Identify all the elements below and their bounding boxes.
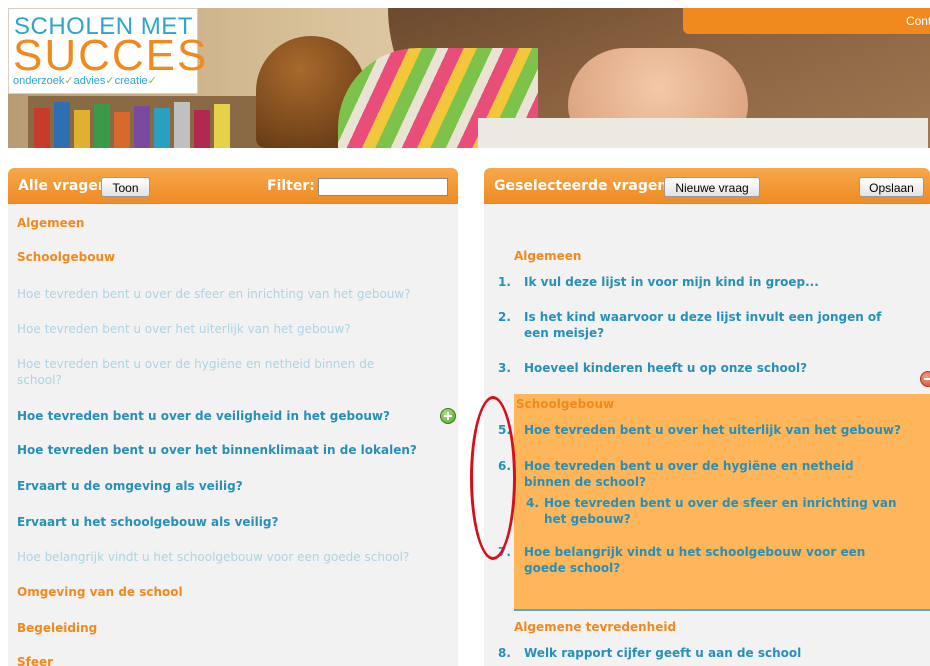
add-question-icon[interactable]	[440, 408, 456, 424]
annotation-ellipse	[470, 396, 516, 560]
selected-question[interactable]: Hoeveel kinderen heeft u op onze school?	[524, 360, 894, 376]
selected-question[interactable]: Hoe tevreden bent u over het uiterlijk v…	[524, 422, 904, 438]
category-header[interactable]: Sfeer	[17, 654, 427, 666]
question-item[interactable]: Hoe tevreden bent u over het binnenklima…	[17, 442, 427, 458]
panel-title: Geselecteerde vragen	[494, 178, 668, 194]
selected-question[interactable]: Is het kind waarvoor u deze lijst invult…	[524, 309, 894, 341]
logo-tag-2: advies	[73, 75, 106, 87]
category-header[interactable]: Omgeving van de school	[17, 584, 427, 600]
selected-question[interactable]: Ik vul deze lijst in voor mijn kind in g…	[524, 274, 894, 290]
question-number: 2.	[498, 310, 511, 324]
new-question-button[interactable]: Nieuwe vraag	[664, 177, 760, 197]
top-nav-bar: Conta	[683, 8, 930, 34]
contact-link[interactable]: Conta	[906, 14, 930, 28]
logo-tag-3: creatie	[114, 75, 148, 87]
selected-question[interactable]: Hoe tevreden bent u over de hygiëne en n…	[524, 458, 904, 490]
category-header[interactable]: Schoolgebouw	[17, 249, 427, 265]
panel-title: Alle vragen	[18, 178, 108, 194]
logo-tagline: onderzoek✓advies✓creatie✓	[13, 74, 157, 87]
question-item[interactable]: Ervaart u de omgeving als veilig?	[17, 478, 427, 494]
question-item[interactable]: Ervaart u het schoolgebouw als veilig?	[17, 514, 427, 530]
check-icon: ✓	[147, 75, 157, 87]
save-button[interactable]: Opslaan	[859, 177, 924, 197]
question-item-used: Hoe tevreden bent u over de hygiëne en n…	[17, 357, 375, 387]
selected-category: Schoolgebouw	[516, 397, 615, 411]
question-item-used: Hoe belangrijk vindt u het schoolgebouw …	[17, 550, 410, 564]
logo[interactable]: SCHOLEN MET SUCCES onderzoek✓advies✓crea…	[8, 8, 206, 94]
question-number: 1.	[498, 275, 511, 289]
dragged-question[interactable]: Hoe tevreden bent u over de sfeer en inr…	[544, 495, 904, 527]
category-header[interactable]: Begeleiding	[17, 620, 427, 636]
selected-question[interactable]: Welk rapport cijfer geeft u aan de schoo…	[524, 645, 904, 661]
question-number: 3.	[498, 361, 511, 375]
check-icon: ✓	[64, 75, 74, 87]
selected-category: Algemene tevredenheid	[514, 620, 677, 634]
remove-question-icon[interactable]	[920, 371, 930, 387]
header-banner: SCHOLEN MET SUCCES onderzoek✓advies✓crea…	[8, 8, 930, 148]
logo-tag-1: onderzoek	[13, 75, 65, 87]
all-questions-header: Alle vragen Toon Filter:	[8, 168, 458, 204]
category-header[interactable]: Algemeen	[17, 215, 427, 231]
selected-category: Algemeen	[514, 249, 582, 263]
all-questions-panel: Alle vragen Toon Filter: Algemeen School…	[8, 168, 458, 666]
selected-question[interactable]: Hoe belangrijk vindt u het schoolgebouw …	[524, 544, 894, 576]
question-item-used: Hoe tevreden bent u over het uiterlijk v…	[17, 322, 351, 336]
paper-sheet	[478, 118, 928, 148]
selected-questions-header: Geselecteerde vragen Nieuwe vraag Opslaa…	[484, 168, 930, 204]
filter-input[interactable]	[318, 178, 448, 196]
question-item[interactable]: Hoe tevreden bent u over de veiligheid i…	[17, 408, 427, 424]
check-icon: ✓	[105, 75, 115, 87]
question-number: 8.	[498, 646, 511, 660]
bookshelf	[28, 96, 268, 148]
question-number: 4.	[526, 496, 539, 510]
filter-label: Filter:	[267, 178, 315, 194]
show-button[interactable]: Toon	[101, 177, 150, 197]
selected-questions-panel: Geselecteerde vragen Nieuwe vraag Opslaa…	[484, 168, 930, 666]
question-item-used: Hoe tevreden bent u over de sfeer en inr…	[17, 287, 411, 301]
